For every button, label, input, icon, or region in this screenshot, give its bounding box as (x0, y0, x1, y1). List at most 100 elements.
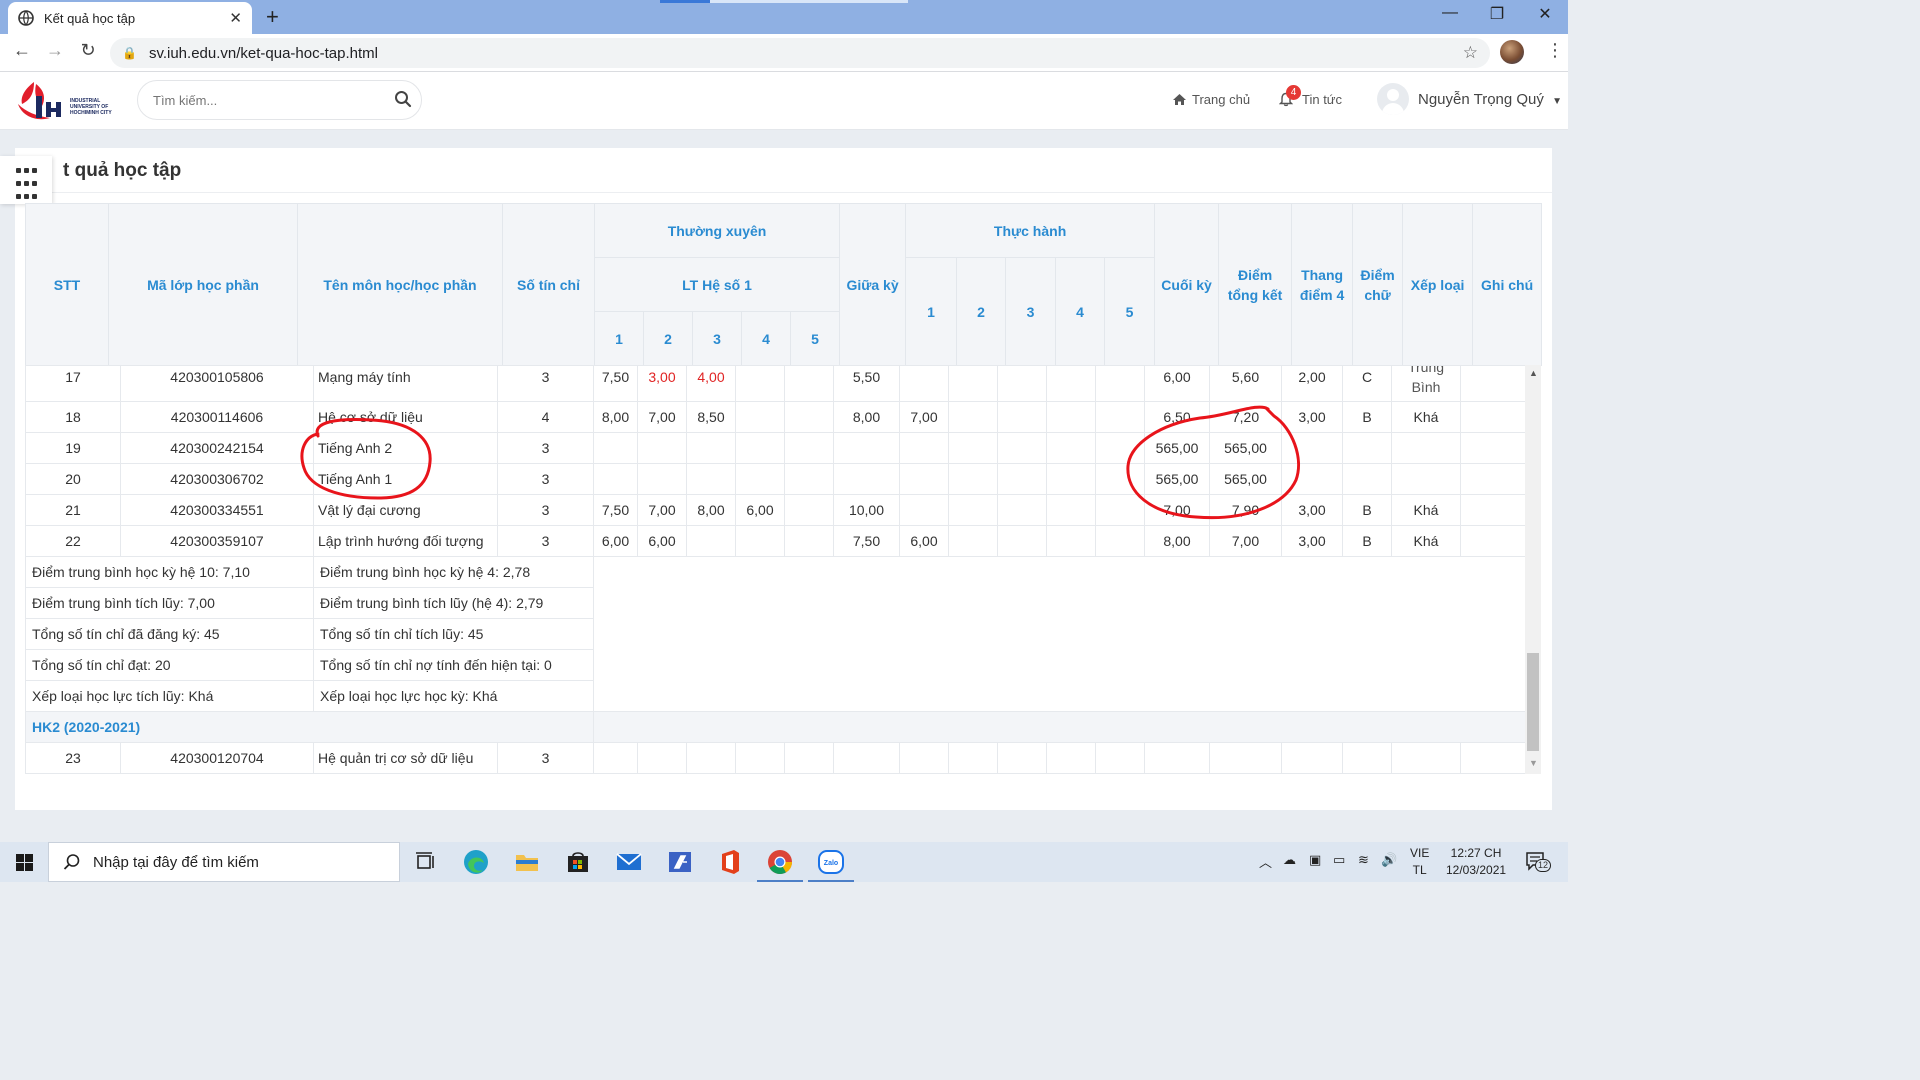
home-icon (1173, 94, 1186, 105)
search-icon[interactable] (394, 90, 412, 108)
table-row[interactable]: 23 420300120704 Hệ quản trị cơ sở dữ liệu 3 (25, 742, 1525, 774)
cell-thuong-xuyen-5 (784, 365, 834, 402)
site-search-input[interactable] (137, 80, 422, 120)
cell-diem-chu: B (1342, 494, 1392, 526)
zalo-icon[interactable]: Zalo (817, 848, 845, 876)
summary-right: Xếp loại học lực học kỳ: Khá (313, 680, 594, 712)
window-close-icon[interactable]: ✕ (1525, 4, 1565, 24)
scroll-down-arrow-icon[interactable]: ▼ (1529, 758, 1538, 768)
xep-loai-text: Trung Bình (1396, 367, 1456, 398)
table-row[interactable]: 20 420300306702 Tiếng Anh 1 3 565,00 565,00 (25, 463, 1525, 495)
cell-empty (735, 742, 785, 774)
table-row[interactable]: 21 420300334551 Vật lý đại cương 3 7,50 7,00 8… (25, 494, 1525, 526)
cell-thuong-xuyen-3 (686, 463, 736, 495)
forward-arrow-icon[interactable]: → (42, 40, 68, 61)
user-menu[interactable]: Nguyễn Trọng Quý ▼ (1418, 91, 1562, 108)
scroll-thumb[interactable] (1527, 653, 1539, 751)
tab-close-icon[interactable]: ✕ (229, 9, 242, 27)
table-row[interactable]: 19 420300242154 Tiếng Anh 2 3 565,00 565,00 (25, 432, 1525, 464)
cell-thuong-xuyen-3 (686, 432, 736, 464)
table-row[interactable]: 17 420300105806 Mạng máy tính 3 7,50 3,00 4,00… (25, 365, 1525, 402)
file-explorer-icon[interactable] (513, 848, 541, 876)
table-row[interactable]: 18 420300114606 Hệ cơ sở dữ liệu 4 8,00 7,00 8… (25, 401, 1525, 433)
cell-diem-tong-ket: 7,20 (1209, 401, 1282, 433)
browser-profile-avatar[interactable] (1500, 40, 1524, 64)
cell-cuoi-ky: 565,00 (1144, 463, 1210, 495)
cell-ma-lop: 420300114606 (120, 401, 314, 433)
tab-title: Kết quả học tập (44, 10, 136, 26)
browser-menu-icon[interactable]: ⋮ (1546, 40, 1564, 61)
taskbar-search-text: Nhập tại đây để tìm kiếm (93, 853, 259, 871)
grades-table-body: 17 420300105806 Mạng máy tính 3 7,50 3,00 4,00… (25, 365, 1525, 774)
cell-thuc-hanh-5 (1095, 494, 1145, 526)
notification-count: 12 (1535, 859, 1552, 872)
task-view-icon[interactable] (412, 848, 440, 876)
summary-blank (593, 587, 1525, 619)
notification-center-icon[interactable]: 12 (1525, 851, 1552, 872)
cell-thuc-hanh-3 (997, 463, 1047, 495)
reload-icon[interactable]: ↻ (75, 40, 101, 61)
summary-row: Điểm trung bình tích lũy: 7,00 Điểm trung… (25, 587, 1525, 619)
col-ten-mon: Tên môn học/học phần (297, 203, 503, 366)
cell-giua-ky (833, 463, 900, 495)
cell-so-tin-chi: 3 (497, 432, 594, 464)
col-thuc-hanh: Thực hành (905, 203, 1156, 258)
title-divider (15, 192, 1552, 193)
semester-row: HK2 (2020-2021) (25, 711, 1525, 743)
cell-thuc-hanh-2 (948, 494, 998, 526)
address-bar[interactable]: 🔒 sv.iuh.edu.vn/ket-qua-hoc-tap.html ☆ (110, 38, 1490, 68)
cell-empty (1209, 742, 1282, 774)
col-thuong-xuyen: Thường xuyên (593, 203, 841, 258)
iuh-logo[interactable]: INDUSTRIAL UNIVERSITY OF HOCHIMINH CITY (16, 78, 126, 124)
cell-so-tin-chi: 4 (497, 401, 594, 433)
power-automate-icon[interactable] (666, 848, 694, 876)
loading-indicator (660, 0, 908, 3)
taskbar-search-box[interactable]: Nhập tại đây để tìm kiếm (48, 842, 400, 882)
onedrive-cloud-icon[interactable]: ☁ (1283, 852, 1296, 868)
battery-icon[interactable]: ▭ (1333, 852, 1345, 868)
cell-diem-tong-ket: 565,00 (1209, 432, 1282, 464)
chrome-icon[interactable] (766, 848, 794, 876)
new-tab-icon[interactable]: + (266, 4, 279, 30)
wifi-icon[interactable]: ≋ (1358, 852, 1369, 868)
col-th-4: 4 (1055, 257, 1106, 366)
browser-tab[interactable]: Kết quả học tập ✕ (8, 2, 252, 34)
bookmark-star-icon[interactable]: ☆ (1463, 43, 1478, 63)
browser-toolbar: ← → ↻ 🔒 sv.iuh.edu.vn/ket-qua-hoc-tap.ht… (0, 34, 1568, 72)
clock[interactable]: 12:27 CH 12/03/2021 (1446, 845, 1506, 879)
cell-thuong-xuyen-2: 3,00 (637, 365, 687, 402)
microsoft-store-icon[interactable] (564, 848, 592, 876)
office-icon[interactable] (716, 848, 744, 876)
cell-thuc-hanh-3 (997, 401, 1047, 433)
mail-icon[interactable] (615, 848, 643, 876)
back-arrow-icon[interactable]: ← (9, 40, 35, 61)
windows-start-icon[interactable] (16, 854, 33, 871)
table-scrollbar[interactable]: ▲ ▼ (1525, 365, 1541, 774)
cell-thuc-hanh-4 (1046, 401, 1096, 433)
grades-table-scroll-area[interactable]: 17 420300105806 Mạng máy tính 3 7,50 3,00 4,00… (25, 365, 1525, 774)
apps-grid-icon[interactable] (0, 156, 52, 204)
cell-thuc-hanh-2 (948, 401, 998, 433)
nav-home-link[interactable]: Trang chủ (1172, 92, 1250, 107)
col-th-1: 1 (905, 257, 958, 366)
maximize-icon[interactable]: ❐ (1477, 4, 1517, 24)
input-language[interactable]: VIE TL (1410, 845, 1429, 879)
table-row[interactable]: 22 420300359107 Lập trình hướng đối tượng 3… (25, 525, 1525, 557)
volume-icon[interactable]: 🔊 (1381, 852, 1397, 868)
cell-ghi-chu (1460, 401, 1525, 433)
cell-so-tin-chi: 3 (497, 365, 594, 402)
show-hidden-icons-icon[interactable]: ︿ (1259, 852, 1272, 871)
device-icon[interactable]: ▣ (1309, 852, 1321, 868)
cell-thuc-hanh-1: 7,00 (899, 401, 949, 433)
cell-thuong-xuyen-1: 7,50 (593, 494, 638, 526)
col-lt-3: 3 (692, 311, 742, 366)
cell-thuc-hanh-4 (1046, 432, 1096, 464)
user-avatar[interactable] (1377, 83, 1409, 115)
cell-ten-mon: Tiếng Anh 1 (313, 463, 498, 495)
cell-so-tin-chi: 3 (497, 742, 594, 774)
scroll-up-arrow-icon[interactable]: ▲ (1529, 368, 1538, 378)
minimize-icon[interactable]: — (1430, 4, 1470, 22)
cell-thuc-hanh-2 (948, 525, 998, 557)
col-lt-5: 5 (789, 311, 841, 366)
edge-browser-icon[interactable] (462, 848, 490, 876)
